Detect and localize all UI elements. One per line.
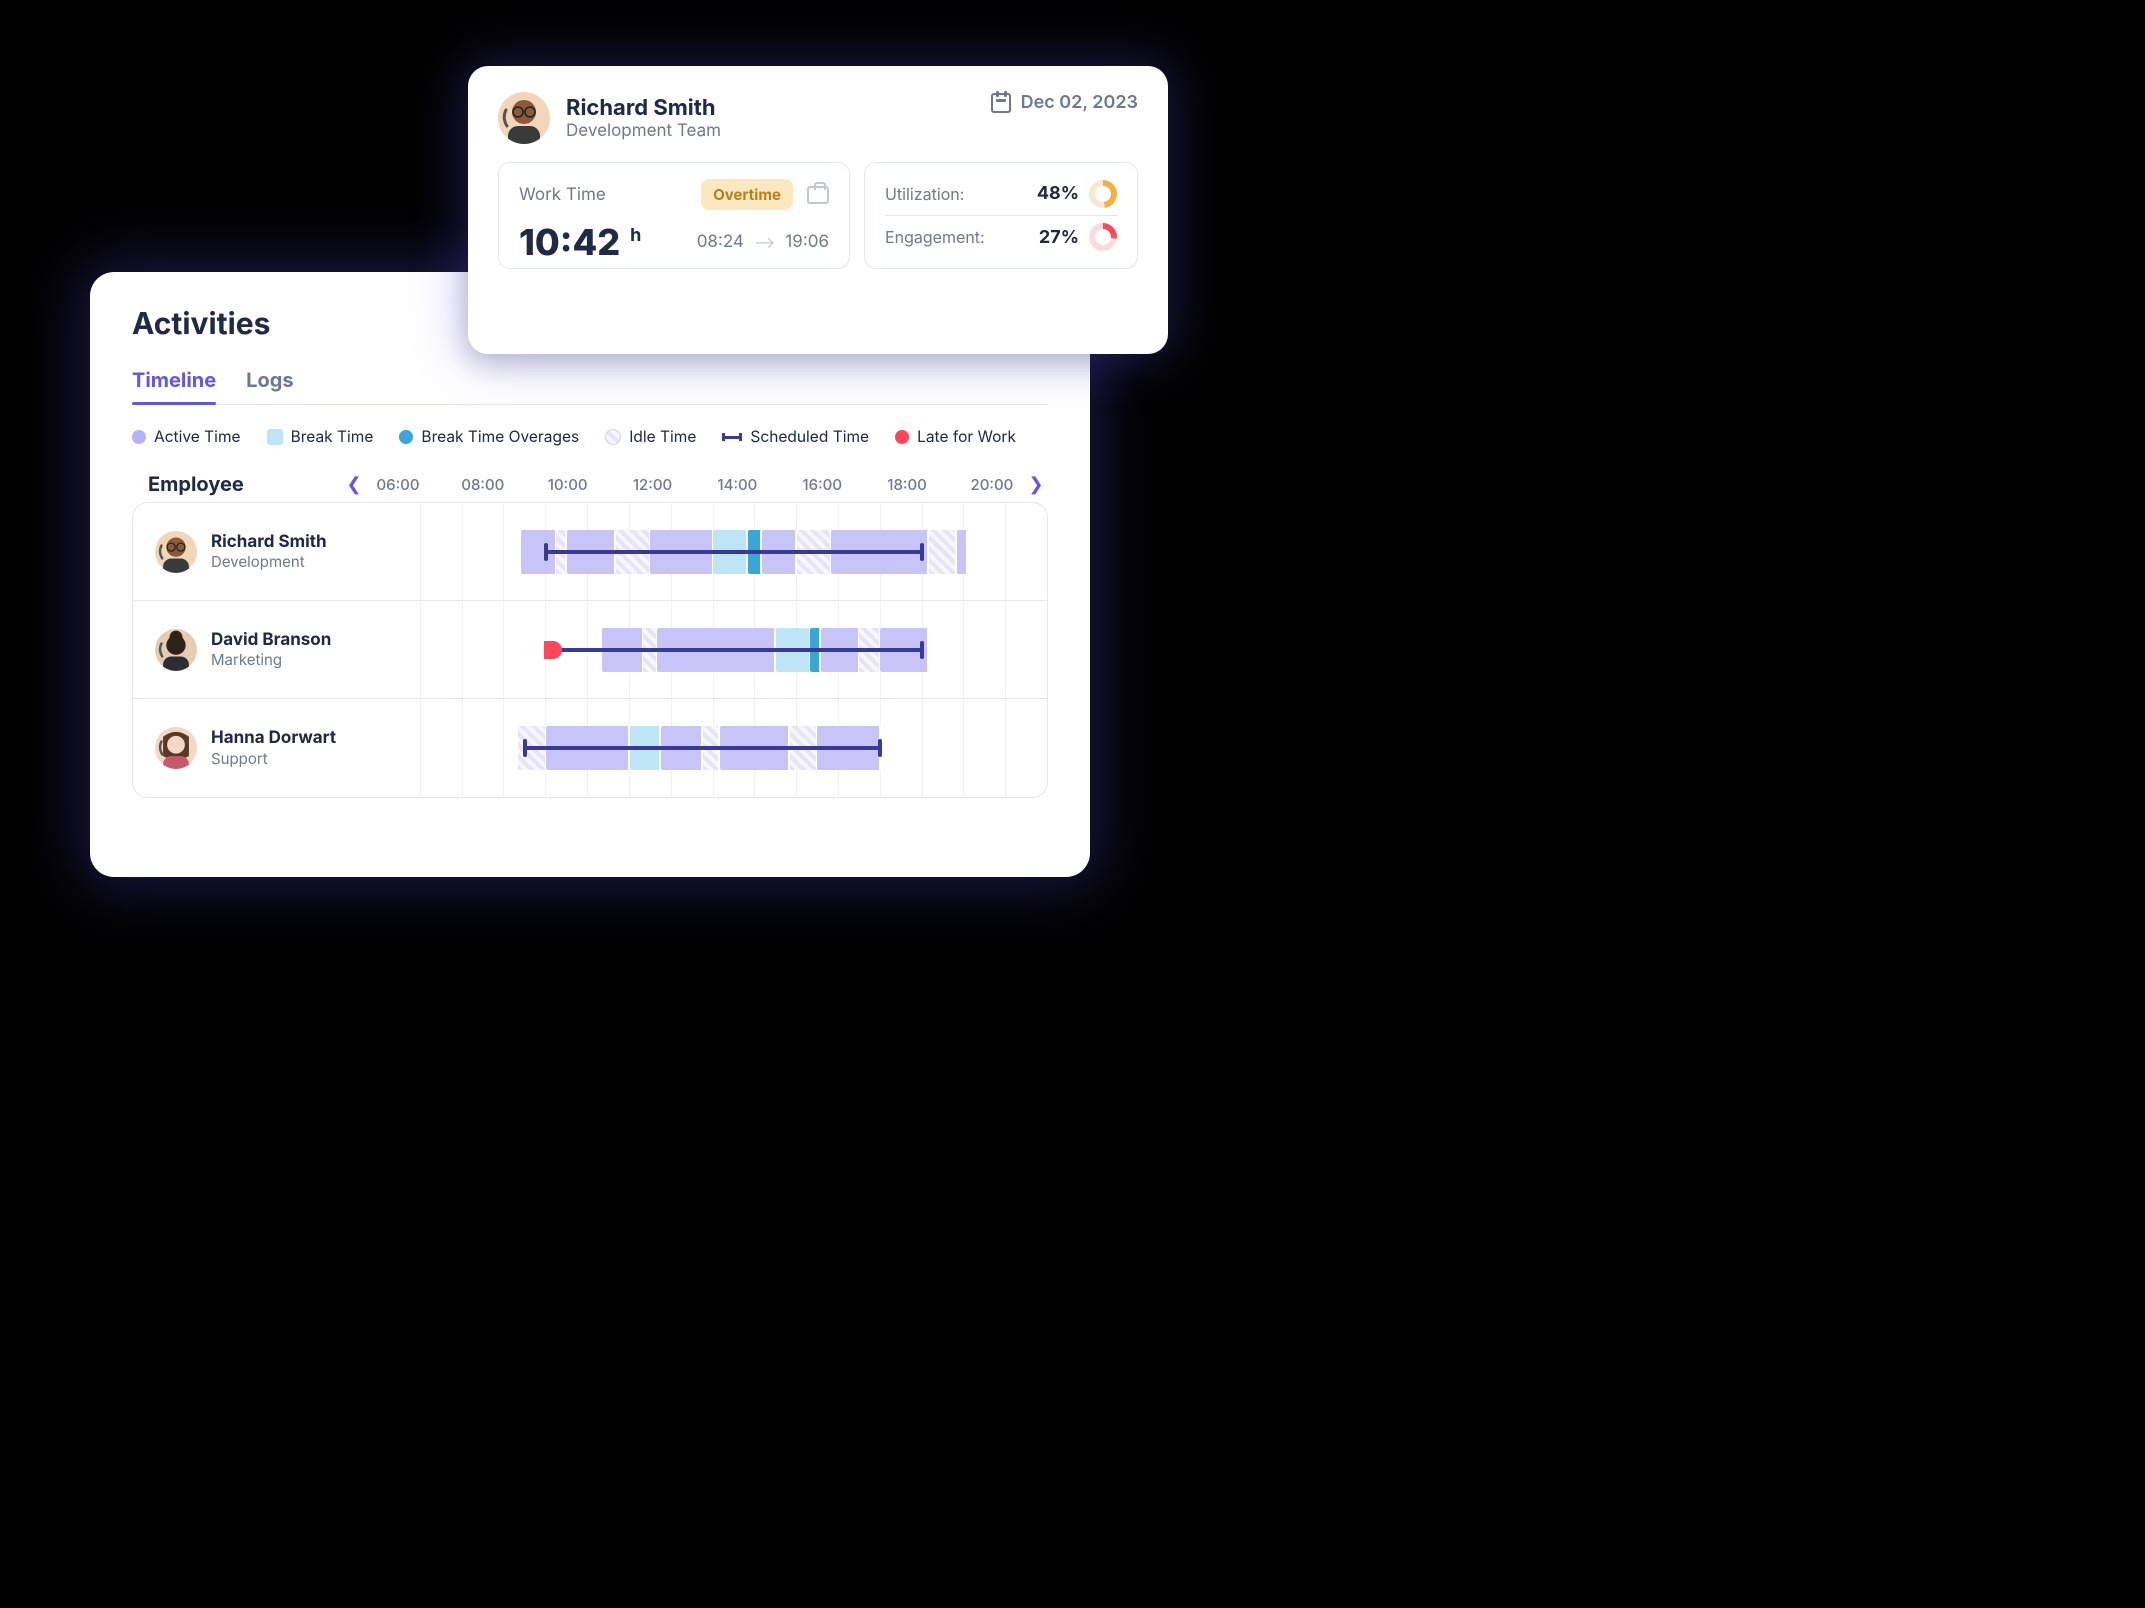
avatar <box>155 629 197 671</box>
overtime-badge: Overtime <box>701 179 793 210</box>
prev-range-button[interactable]: ❮ <box>342 474 366 495</box>
employee-column-header: Employee <box>132 472 342 496</box>
avatar <box>155 531 197 573</box>
employee-dept: Marketing <box>211 650 331 669</box>
table-row: Richard Smith Development <box>133 503 1047 601</box>
utilization-ring-icon <box>1089 180 1117 208</box>
timeline-axis: Employee ❮ 06:0008:00 10:0012:00 14:0016… <box>132 472 1048 496</box>
card-employee-name: Richard Smith <box>566 95 721 121</box>
activities-panel: Activities Timeline Logs Active Time Bre… <box>90 272 1090 877</box>
engagement-metric: Engagement: 27% <box>885 223 1117 251</box>
metrics-box: Utilization: 48% Engagement: 27% <box>864 162 1138 269</box>
utilization-value: 48% <box>1037 183 1079 204</box>
next-range-button[interactable]: ❯ <box>1024 474 1048 495</box>
engagement-value: 27% <box>1039 227 1079 248</box>
legend-active: Active Time <box>132 427 241 446</box>
employee-detail-card: Richard Smith Development Team Dec 02, 2… <box>468 66 1168 354</box>
table-row: Hanna Dorwart Support <box>133 699 1047 797</box>
tab-timeline[interactable]: Timeline <box>132 368 216 404</box>
tab-logs[interactable]: Logs <box>246 368 293 404</box>
timeline-grid: Richard Smith Development David Branson … <box>132 502 1048 798</box>
employee-dept: Development <box>211 552 327 571</box>
chevron-left-icon: ❮ <box>346 474 361 495</box>
tabs: Timeline Logs <box>132 368 1048 405</box>
shift-start: 08:24 <box>697 232 744 252</box>
legend-overage: Break Time Overages <box>399 427 579 446</box>
employee-dept: Support <box>211 749 336 768</box>
employee-name: Richard Smith <box>211 532 327 552</box>
table-row: David Branson Marketing <box>133 601 1047 699</box>
employee-name: Hanna Dorwart <box>211 728 336 748</box>
legend: Active Time Break Time Break Time Overag… <box>132 427 1048 446</box>
avatar <box>155 727 197 769</box>
avatar <box>498 92 550 144</box>
engagement-ring-icon <box>1089 223 1117 251</box>
time-ticks: 06:0008:00 10:0012:00 14:0016:00 18:0020… <box>366 475 1024 494</box>
arrow-right-icon: ⟶ <box>754 232 775 252</box>
work-time-box: Work Time Overtime 10:42 h 08:24 ⟶ 19:06 <box>498 162 850 269</box>
date-picker[interactable]: Dec 02, 2023 <box>991 92 1138 113</box>
employee-name: David Branson <box>211 630 331 650</box>
legend-idle: Idle Time <box>605 427 696 446</box>
timeline-track[interactable] <box>379 699 1047 797</box>
briefcase-icon[interactable] <box>807 186 829 204</box>
date-value: Dec 02, 2023 <box>1021 92 1138 113</box>
card-team: Development Team <box>566 121 721 141</box>
work-time-label: Work Time <box>519 185 606 205</box>
legend-scheduled: Scheduled Time <box>722 427 869 446</box>
legend-late: Late for Work <box>895 427 1016 446</box>
timeline-track[interactable] <box>379 503 1047 600</box>
timeline-track[interactable] <box>379 601 1047 698</box>
utilization-metric: Utilization: 48% <box>885 180 1117 208</box>
shift-end: 19:06 <box>785 232 829 252</box>
legend-break: Break Time <box>267 427 374 446</box>
calendar-icon <box>991 93 1011 113</box>
chevron-right-icon: ❯ <box>1028 474 1043 495</box>
